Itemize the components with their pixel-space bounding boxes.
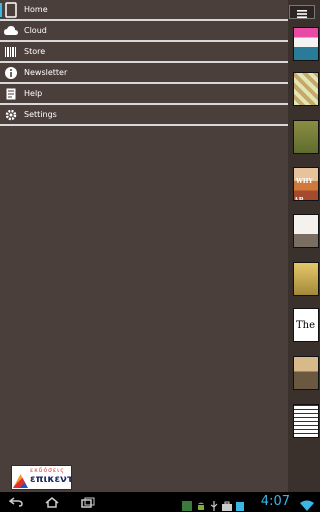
book-cover[interactable]	[293, 214, 319, 248]
menu-item-newsletter[interactable]: Newsletter	[0, 63, 288, 84]
logo-mark-icon	[13, 474, 28, 488]
tablet-icon	[1, 1, 21, 19]
logo-top-text: εκδόσεις	[30, 467, 65, 474]
menu-item-store[interactable]: Store	[0, 42, 288, 63]
battery-icon	[236, 496, 244, 512]
menu-item-label: Help	[24, 89, 43, 98]
home-icon[interactable]	[40, 496, 64, 508]
menu-item-label: Settings	[24, 110, 57, 119]
book-cover[interactable]	[293, 262, 319, 296]
book-shelf-strip: WHY AB TEACH The	[288, 0, 320, 492]
book-cover[interactable]	[293, 120, 319, 154]
book-cover[interactable]	[293, 356, 319, 390]
document-icon	[1, 85, 21, 103]
status-clock: 4:07	[260, 494, 290, 509]
book-cover[interactable]	[293, 27, 319, 61]
book-cover[interactable]: WHY AB TEACH	[293, 167, 319, 201]
menu-item-home[interactable]: Home	[0, 0, 288, 21]
book-cover[interactable]	[293, 404, 319, 438]
menu-item-cloud[interactable]: Cloud	[0, 21, 288, 42]
book-cover[interactable]: The	[293, 308, 319, 342]
cloud-icon	[1, 22, 21, 40]
hamburger-icon	[297, 3, 307, 22]
menu-item-label: Store	[24, 47, 46, 56]
menu-item-settings[interactable]: Settings	[0, 105, 288, 126]
publisher-logo[interactable]: εκδόσεις επικεντρο	[11, 465, 72, 490]
usb-icon	[210, 496, 218, 512]
book-cover[interactable]	[293, 72, 319, 106]
gear-icon	[1, 106, 21, 124]
gallery-icon	[182, 496, 192, 512]
menu-item-label: Cloud	[24, 26, 47, 35]
menu-toggle-button[interactable]	[289, 5, 315, 19]
recent-apps-icon[interactable]	[76, 497, 100, 508]
menu-item-label: Newsletter	[24, 68, 68, 77]
info-icon	[1, 64, 21, 82]
android-icon	[196, 496, 206, 512]
menu-item-help[interactable]: Help	[0, 84, 288, 105]
barcode-icon	[1, 43, 21, 61]
system-navigation-bar: 4:07	[0, 492, 320, 512]
back-icon[interactable]	[4, 497, 28, 507]
briefcase-icon	[222, 496, 232, 512]
wifi-icon	[300, 496, 314, 512]
navigation-drawer: Home Cloud Store Newsletter Help Setting…	[0, 0, 288, 492]
logo-main-text: επικεντρο	[30, 474, 71, 485]
notification-tray	[182, 496, 244, 512]
menu-item-label: Home	[24, 5, 48, 14]
